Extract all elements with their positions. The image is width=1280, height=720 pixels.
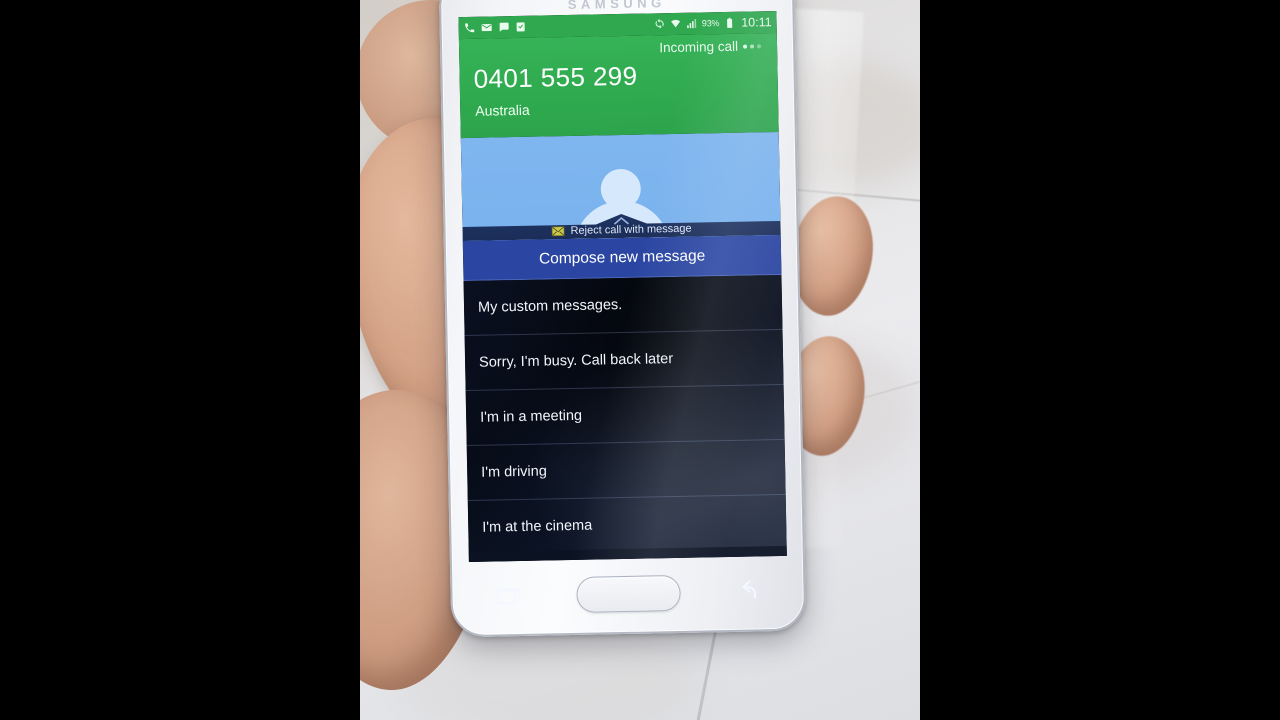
task-icon: [516, 22, 525, 32]
list-item[interactable]: My custom messages.: [463, 274, 783, 337]
signal-icon: [687, 19, 697, 29]
screenshot-stage: SAMSUNG 93% 10:11 Incoming call 0401 555…: [0, 0, 1280, 720]
status-bar-system: 93% 10:11: [654, 15, 772, 31]
sync-icon: [655, 18, 664, 29]
list-item-label: My custom messages.: [477, 297, 623, 316]
list-item[interactable]: I'm driving: [466, 439, 786, 502]
list-item-label: Sorry, I'm busy. Call back later: [478, 351, 674, 371]
list-item-label: I'm in a meeting: [480, 407, 583, 426]
photo-scene: SAMSUNG 93% 10:11 Incoming call 0401 555…: [360, 0, 920, 720]
status-bar-notifications: [464, 21, 527, 34]
clock-label: 10:11: [741, 15, 772, 30]
back-arrow-icon: [742, 580, 757, 599]
reject-call-panel: Reject call with message Compose new mes…: [462, 211, 787, 562]
caller-number: 0401 555 299: [473, 60, 638, 94]
envelope-icon: [551, 226, 564, 236]
list-item-label: I'm at the cinema: [482, 517, 593, 536]
chevron-up-icon: [613, 216, 629, 225]
call-state: Incoming call: [659, 38, 762, 56]
calling-dots-icon: [743, 43, 762, 49]
letterbox-bar-left: [0, 0, 360, 720]
reject-message-list[interactable]: My custom messages. Sorry, I'm busy. Cal…: [463, 274, 787, 562]
list-item-label: I'm driving: [481, 463, 547, 481]
recent-apps-icon: [496, 588, 520, 605]
phone-screen: 93% 10:11 Incoming call 0401 555 299 Aus…: [458, 10, 787, 562]
caller-location: Australia: [475, 101, 530, 119]
letterbox-bar-right: [920, 0, 1280, 720]
compose-new-message-label: Compose new message: [538, 246, 706, 268]
list-item[interactable]: Sorry, I'm busy. Call back later: [464, 329, 784, 392]
battery-level-label: 93%: [701, 18, 720, 29]
call-state-label: Incoming call: [659, 38, 739, 56]
phone-device: SAMSUNG 93% 10:11 Incoming call 0401 555…: [438, 0, 807, 638]
back-button[interactable]: [728, 577, 763, 606]
reject-panel-header-label: Reject call with message: [570, 222, 692, 237]
battery-icon: [726, 17, 732, 28]
call-header: Incoming call 0401 555 299 Australia: [458, 32, 779, 139]
home-button[interactable]: [576, 574, 681, 613]
compose-new-message-button[interactable]: Compose new message: [462, 234, 782, 282]
email-icon: [481, 23, 492, 32]
recent-apps-button[interactable]: [492, 582, 527, 611]
phone-icon: [465, 23, 475, 33]
message-icon: [499, 22, 509, 32]
wifi-icon: [671, 19, 681, 28]
list-item[interactable]: I'm in a meeting: [465, 384, 785, 447]
